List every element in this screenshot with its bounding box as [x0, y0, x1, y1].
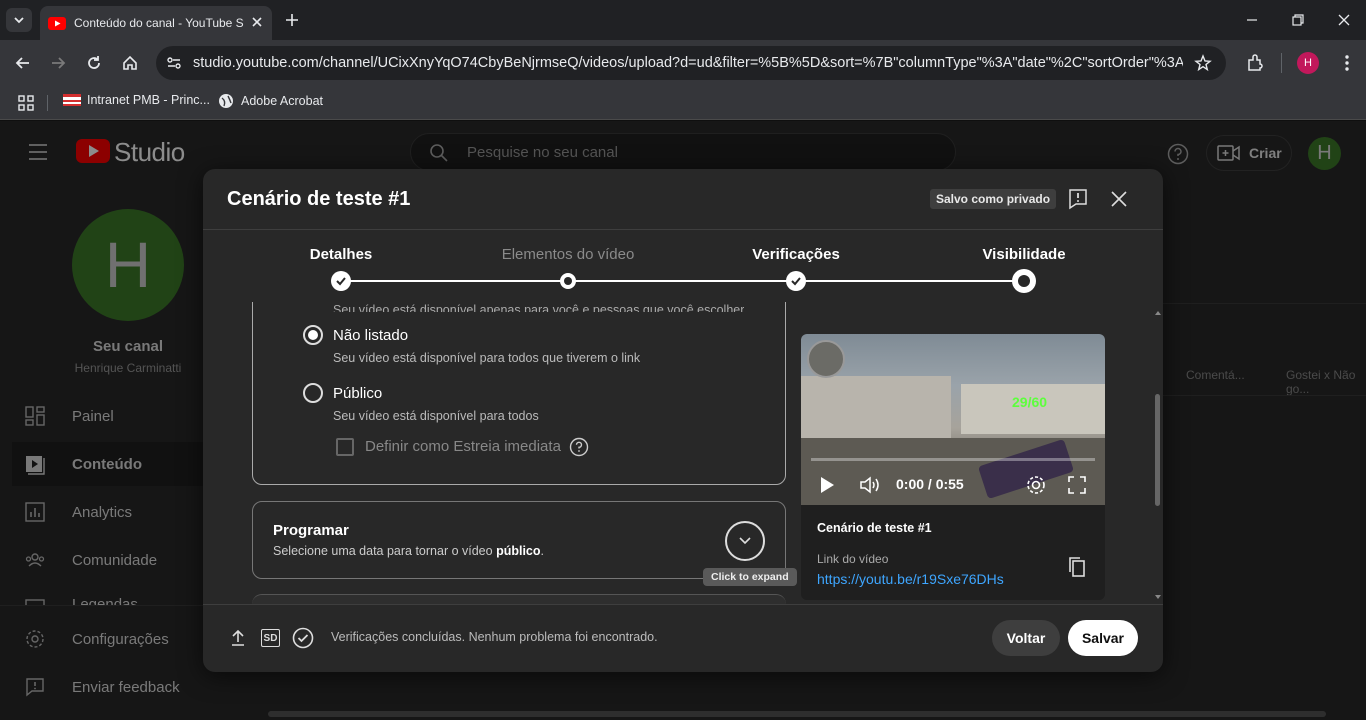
video-player[interactable]: 29/60 0:00 / 0:55	[801, 334, 1105, 505]
video-scene-wall	[801, 376, 951, 438]
step-video-elements-label[interactable]: Elementos do vídeo	[502, 246, 635, 263]
help-icon[interactable]	[569, 437, 589, 457]
schedule-title: Programar	[273, 522, 349, 539]
step-details-label[interactable]: Detalhes	[310, 246, 373, 263]
expand-schedule-button[interactable]	[725, 521, 765, 561]
browser-tabstrip: Conteúdo do canal - YouTube Studio	[0, 0, 1366, 40]
step-empty-dot	[564, 277, 572, 285]
reload-icon[interactable]	[84, 53, 104, 73]
visibility-scroll-area[interactable]: Seu vídeo está disponível apenas para vo…	[203, 302, 1163, 604]
stepper-line	[341, 280, 1024, 282]
site-info-icon[interactable]	[166, 55, 182, 71]
checks-done-icon	[292, 627, 314, 649]
minimize-icon[interactable]	[1244, 12, 1260, 28]
bookmark-label: Adobe Acrobat	[241, 94, 324, 108]
video-link-label: Link do vídeo	[817, 552, 889, 566]
bookmarks-divider	[47, 95, 48, 111]
close-window-icon[interactable]	[1336, 12, 1352, 28]
extensions-icon[interactable]	[1245, 53, 1265, 73]
scroll-down-arrow-icon[interactable]	[1154, 594, 1162, 600]
unlisted-desc: Seu vídeo está disponível para todos que…	[333, 351, 641, 365]
step-current-dot	[1018, 275, 1030, 287]
home-icon[interactable]	[120, 53, 140, 73]
close-icon[interactable]	[1110, 190, 1128, 208]
close-tab-icon[interactable]	[250, 15, 264, 29]
schedule-desc: Selecione uma data para tornar o vídeo p…	[273, 544, 544, 558]
browser-tab[interactable]: Conteúdo do canal - YouTube Studio	[40, 6, 272, 40]
unlisted-label[interactable]: Não listado	[333, 327, 408, 344]
video-time: 0:00 / 0:55	[896, 476, 964, 492]
back-button[interactable]: Voltar	[992, 620, 1060, 656]
video-progress-bar[interactable]	[811, 458, 1095, 461]
bookmark-adobe[interactable]: Adobe Acrobat	[218, 93, 323, 109]
step-visibility-label[interactable]: Visibilidade	[982, 246, 1065, 263]
upload-icon	[232, 629, 244, 646]
profile-avatar[interactable]: H	[1297, 52, 1319, 74]
tab-title: Conteúdo do canal - YouTube Studio	[74, 16, 244, 30]
copy-icon[interactable]	[1067, 556, 1087, 578]
upload-dialog: Cenário de teste #1 Salvo como privado D…	[203, 169, 1163, 672]
tab-search-menu-button[interactable]	[6, 8, 32, 32]
public-radio[interactable]	[303, 383, 323, 403]
step-video-elements-dot[interactable]	[560, 273, 576, 289]
visibility-options-box: Seu vídeo está disponível apenas para vo…	[252, 302, 786, 485]
checks-status-text: Verificações concluídas. Nenhum problema…	[331, 630, 658, 644]
address-bar[interactable]: studio.youtube.com/channel/UCixXnyYqO74C…	[156, 46, 1226, 80]
schedule-desc-bold: público	[496, 544, 541, 558]
step-checks-label[interactable]: Verificações	[752, 246, 840, 263]
play-icon[interactable]	[819, 476, 835, 494]
browser-toolbar: studio.youtube.com/channel/UCixXnyYqO74C…	[0, 40, 1366, 86]
vertical-scrollbar-thumb[interactable]	[1155, 394, 1160, 506]
preview-video-title: Cenário de teste #1	[817, 521, 932, 535]
dialog-title: Cenário de teste #1	[227, 188, 411, 210]
bookmarks-bar: Intranet PMB - Princ... Adobe Acrobat	[0, 86, 1366, 120]
footer-divider	[203, 604, 1163, 605]
expand-tooltip: Click to expand	[703, 568, 797, 586]
chevron-down-icon	[739, 537, 751, 545]
sd-quality-icon: SD	[261, 629, 280, 647]
schedule-desc-suffix: .	[540, 544, 544, 558]
scroll-up-arrow-icon[interactable]	[1154, 310, 1162, 316]
new-tab-icon[interactable]	[282, 10, 302, 30]
step-checks-dot[interactable]	[786, 271, 806, 291]
minimap-icon	[807, 340, 845, 378]
volume-icon[interactable]	[859, 475, 881, 495]
more-menu-icon[interactable]	[1337, 53, 1357, 73]
flag-icon	[63, 94, 81, 106]
url-text: studio.youtube.com/channel/UCixXnyYqO74C…	[193, 55, 1183, 71]
video-hud-counter: 29/60	[1012, 394, 1048, 410]
next-section-edge	[252, 594, 786, 604]
globe-icon	[219, 94, 233, 108]
public-label[interactable]: Público	[333, 385, 382, 402]
public-desc: Seu vídeo está disponível para todos	[333, 409, 539, 423]
step-visibility-dot[interactable]	[1012, 269, 1036, 293]
chevron-down-icon	[14, 17, 24, 24]
back-arrow-icon[interactable]	[13, 53, 33, 73]
premiere-label[interactable]: Definir como Estreia imediata	[365, 438, 561, 455]
premiere-checkbox[interactable]	[336, 438, 354, 456]
private-option-desc: Seu vídeo está disponível apenas para vo…	[333, 303, 745, 312]
schedule-desc-prefix: Selecione uma data para tornar o vídeo	[273, 544, 497, 558]
youtube-favicon-icon	[48, 16, 66, 30]
apps-grid-icon[interactable]	[18, 95, 34, 111]
unlisted-radio[interactable]	[303, 325, 323, 345]
saved-status-badge: Salvo como privado	[930, 189, 1057, 209]
report-issue-icon[interactable]	[1068, 188, 1088, 210]
toolbar-divider	[1281, 53, 1282, 73]
forward-arrow-icon[interactable]	[48, 53, 68, 73]
bookmark-star-icon[interactable]	[1194, 54, 1212, 72]
step-details-dot[interactable]	[331, 271, 351, 291]
bookmark-intranet[interactable]: Intranet PMB - Princ...	[63, 93, 210, 107]
video-link[interactable]: https://youtu.be/r19Sxe76DHs	[817, 571, 1004, 587]
check-icon	[791, 277, 801, 286]
upload-stepper: Detalhes Elementos do vídeo Verificações…	[203, 230, 1163, 302]
save-button[interactable]: Salvar	[1068, 620, 1138, 656]
fullscreen-icon[interactable]	[1067, 475, 1087, 495]
restore-icon[interactable]	[1290, 12, 1306, 28]
bookmark-label: Intranet PMB - Princ...	[87, 93, 210, 107]
check-icon	[336, 277, 346, 286]
video-preview-card: 29/60 0:00 / 0:55 Cenário de teste #1 Li…	[801, 334, 1105, 600]
settings-gear-icon[interactable]	[1025, 474, 1047, 496]
